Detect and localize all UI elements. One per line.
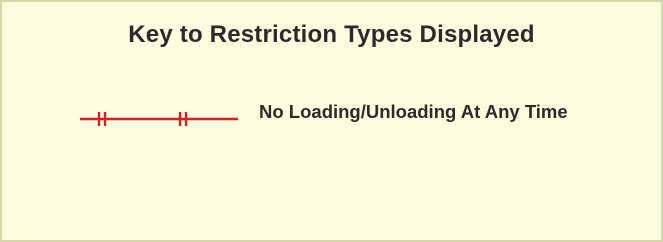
no-loading-line-icon — [80, 112, 238, 126]
legend-panel: Key to Restriction Types Displayed No Lo… — [0, 0, 663, 242]
legend-title: Key to Restriction Types Displayed — [128, 21, 535, 48]
legend-item-label: No Loading/Unloading At Any Time — [259, 101, 568, 122]
